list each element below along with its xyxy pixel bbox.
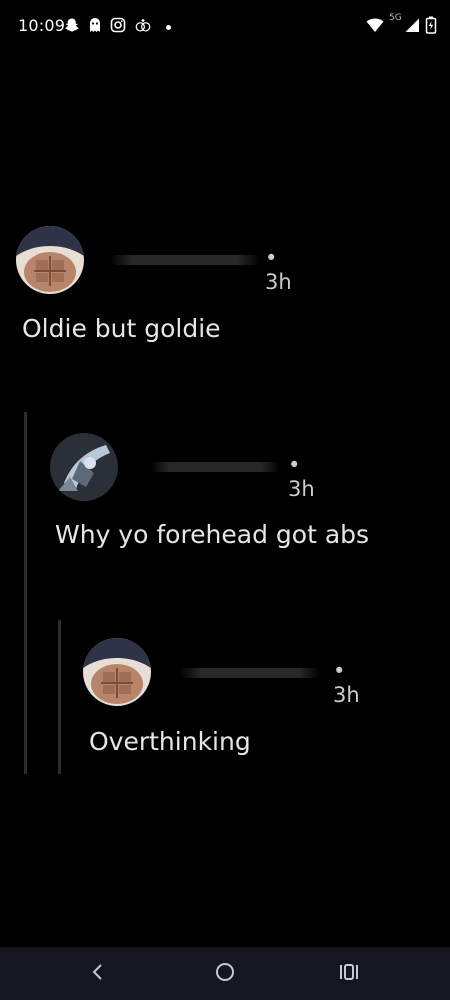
instagram-icon (109, 16, 127, 34)
comment-time: • 3h (333, 659, 360, 707)
back-icon (91, 963, 105, 985)
user-avatar[interactable] (83, 638, 151, 706)
rings-icon (134, 16, 152, 34)
status-time: 10:09 (18, 16, 66, 35)
signal-icon (403, 16, 421, 34)
notification-dot (166, 25, 171, 30)
comment-time: • 3h (265, 246, 292, 294)
network-type-label: 5G (389, 13, 402, 23)
user-avatar[interactable] (50, 433, 118, 501)
status-bar: 10:09 5G (0, 0, 450, 52)
wifi-icon (366, 16, 384, 34)
thread-line-nested (58, 620, 61, 774)
comment-text: Oldie but goldie (22, 314, 221, 343)
user-avatar[interactable] (16, 226, 84, 294)
username-redacted (180, 668, 320, 678)
navigation-bar (0, 947, 450, 1000)
home-button[interactable] (195, 947, 255, 1000)
back-button[interactable] (68, 947, 128, 1000)
thread-line (24, 412, 27, 774)
ghost-icon (86, 16, 104, 34)
battery-icon (422, 16, 440, 34)
snapchat-icon (63, 16, 81, 34)
home-icon (215, 962, 235, 986)
username-redacted (150, 462, 280, 472)
username-redacted (110, 255, 260, 265)
recents-icon (339, 963, 359, 985)
comment-text: Why yo forehead got abs (55, 520, 370, 549)
recents-button[interactable] (319, 947, 379, 1000)
comment-time: • 3h (288, 453, 315, 501)
comment-text: Overthinking (89, 727, 251, 756)
